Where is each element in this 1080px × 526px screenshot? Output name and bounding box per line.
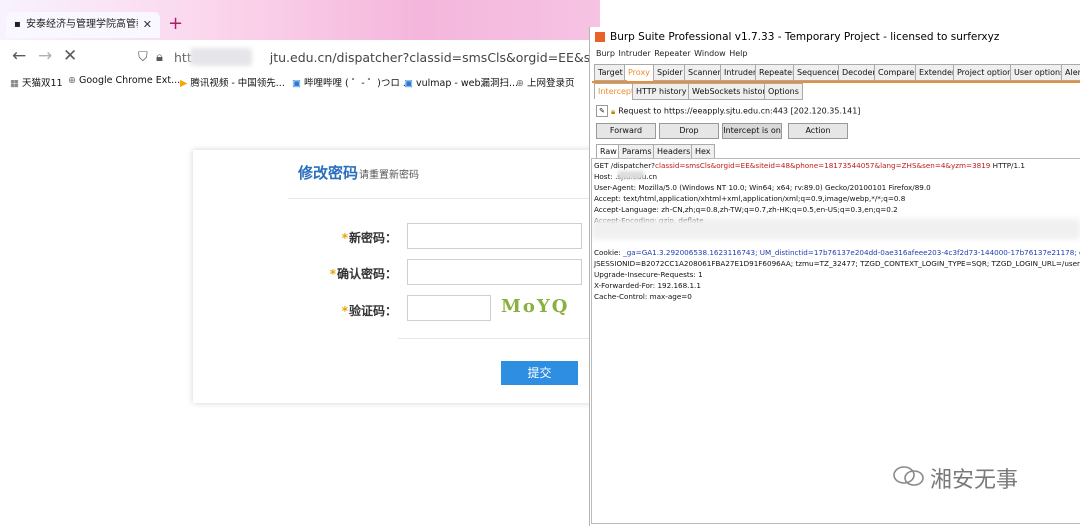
pencil-icon[interactable]: ✎ xyxy=(596,105,608,117)
url-text: jtu.edu.cn/dispatcher?classid=smsCls&org… xyxy=(269,50,604,65)
tab-sequencer[interactable]: Sequencer xyxy=(793,64,844,81)
globe-icon: ⊕ xyxy=(68,75,76,86)
cache-control-header: Cache-Control: max-age=0 xyxy=(594,292,692,301)
confirm-password-label: *确认密码： xyxy=(329,267,397,281)
navigation-bar: ← → ✕ ⛉ 🔒︎ htt jtu.edu.cn/dispatcher?clas… xyxy=(0,40,604,74)
tab-websockets-history[interactable]: WebSockets history xyxy=(688,83,775,100)
captcha-image[interactable]: MoYQ xyxy=(501,296,569,317)
tmall-icon: ▦ xyxy=(10,78,19,89)
bookmarks-bar: ▦ 天猫双11 ⊕ Google Chrome Ext... ▶ 腾讯视频 - 中国领… xyxy=(0,74,600,92)
reset-password-card: 修改密码 请重置新密码 *新密码： *确认密码： *验证码： MoYQ 提交 xyxy=(193,150,613,403)
request-line: GET /dispatcher?classid=smsCls&orgid=EE&… xyxy=(594,161,1025,170)
bookmark-item[interactable]: ▣ 哔哩哔哩 ( ゜- ゜)つロ ... xyxy=(292,75,412,89)
tab-hex[interactable]: Hex xyxy=(691,144,715,159)
page-subtitle: 请重置新密码 xyxy=(359,170,419,181)
user-agent-header: User-Agent: Mozilla/5.0 (Windows NT 10.0… xyxy=(594,183,931,192)
tab-scanner[interactable]: Scanner xyxy=(684,64,725,81)
forward-button[interactable]: Forward xyxy=(596,123,656,139)
tab-spider[interactable]: Spider xyxy=(653,64,687,81)
drop-button[interactable]: Drop xyxy=(659,123,719,139)
divider xyxy=(398,338,598,339)
redacted-host xyxy=(618,171,644,179)
tv-icon: ▣ xyxy=(404,78,413,89)
lock-icon[interactable]: 🔒︎ xyxy=(156,48,163,68)
burp-logo-icon xyxy=(595,32,605,42)
tab-target[interactable]: Target xyxy=(594,64,627,81)
redacted-area xyxy=(592,219,1080,239)
stop-loading-icon[interactable]: ✕ xyxy=(63,46,77,66)
wechat-icon xyxy=(893,466,924,486)
bookmark-item[interactable]: ⊕ 上网登录页 xyxy=(516,75,574,89)
captcha-input[interactable] xyxy=(407,295,491,321)
tab-options[interactable]: Options xyxy=(764,83,803,100)
forward-arrow-icon[interactable]: → xyxy=(38,46,52,66)
x-forwarded-for-header: X-Forwarded-For: 192.168.1.1 xyxy=(594,281,701,290)
page-title: 修改密码 xyxy=(298,164,359,182)
tab-headers[interactable]: Headers xyxy=(653,144,695,159)
burp-suite-window: Burp Suite Professional v1.7.33 - Tempor… xyxy=(589,27,1080,526)
title-bar: Burp Suite Professional v1.7.33 - Tempor… xyxy=(590,27,1080,47)
accept-header: Accept: text/html,application/xhtml+xml,… xyxy=(594,194,906,203)
globe-icon: ⊕ xyxy=(516,78,524,89)
tab-bar: ▪ 安泰经济与管理学院高管教育 ✕ + xyxy=(0,0,600,40)
bookmark-item[interactable]: ▶ 腾讯视频 - 中国领先... xyxy=(180,75,285,89)
cookie-header-continued: JSESSIONID=B2072CC1A208061FBA27E1D91F609… xyxy=(594,259,1080,268)
new-tab-button[interactable]: + xyxy=(168,14,183,34)
request-to-text: Request to https://eeapply.sjtu.edu.cn:4… xyxy=(618,106,861,116)
bookmark-item[interactable]: ⊕ Google Chrome Ext... xyxy=(68,75,180,86)
back-arrow-icon[interactable]: ← xyxy=(12,46,26,66)
new-password-input[interactable] xyxy=(407,223,582,249)
window-title: Burp Suite Professional v1.7.33 - Tempor… xyxy=(610,31,1000,43)
watermark-text: 湘安无事 xyxy=(930,468,1019,493)
upgrade-header: Upgrade-Insecure-Requests: 1 xyxy=(594,270,703,279)
tab-proxy[interactable]: Proxy xyxy=(624,64,654,80)
redacted-domain xyxy=(190,48,252,66)
captcha-label: *验证码： xyxy=(341,304,397,318)
tab-http-history[interactable]: HTTP history xyxy=(632,83,691,100)
confirm-password-input[interactable] xyxy=(407,259,582,285)
play-icon: ▶ xyxy=(180,78,188,89)
submit-button[interactable]: 提交 xyxy=(501,361,578,385)
cookie-header: Cookie: _ga=GA1.3.292006538.1623116743; … xyxy=(594,248,1080,257)
action-button[interactable]: Action xyxy=(788,123,848,139)
close-tab-icon[interactable]: ✕ xyxy=(143,12,152,38)
tv-icon: ▣ xyxy=(292,78,301,89)
tab-user-options[interactable]: User options xyxy=(1010,64,1069,81)
lock-icon: 🔒︎ xyxy=(611,106,616,116)
tab-label: 安泰经济与管理学院高管教育 xyxy=(26,19,138,30)
intercept-toggle-button[interactable]: Intercept is on xyxy=(722,123,782,139)
request-target: ✎ 🔒︎ Request to https://eeapply.sjtu.edu.c… xyxy=(596,105,860,117)
browser-tab[interactable]: ▪ 安泰经济与管理学院高管教育 ✕ xyxy=(6,12,160,38)
page-favicon-icon: ▪ xyxy=(14,19,21,30)
accept-language-header: Accept-Language: zh-CN,zh;q=0.8,zh-TW;q=… xyxy=(594,205,898,214)
bookmark-item[interactable]: ▣ vulmap - web漏洞扫... xyxy=(404,75,518,89)
browser-window: ▪ 安泰经济与管理学院高管教育 ✕ + ← → ✕ ⛉ 🔒︎ httjtu.ed… xyxy=(0,0,613,526)
tab-params[interactable]: Params xyxy=(618,144,656,159)
tab-alerts[interactable]: Alerts xyxy=(1061,64,1080,81)
menu-bar[interactable]: Burp Intruder Repeater Window Help xyxy=(596,49,747,58)
bookmark-item[interactable]: ▦ 天猫双11 xyxy=(10,75,63,89)
divider xyxy=(288,198,593,199)
new-password-label: *新密码： xyxy=(341,231,397,245)
shield-icon[interactable]: ⛉ xyxy=(138,48,148,68)
